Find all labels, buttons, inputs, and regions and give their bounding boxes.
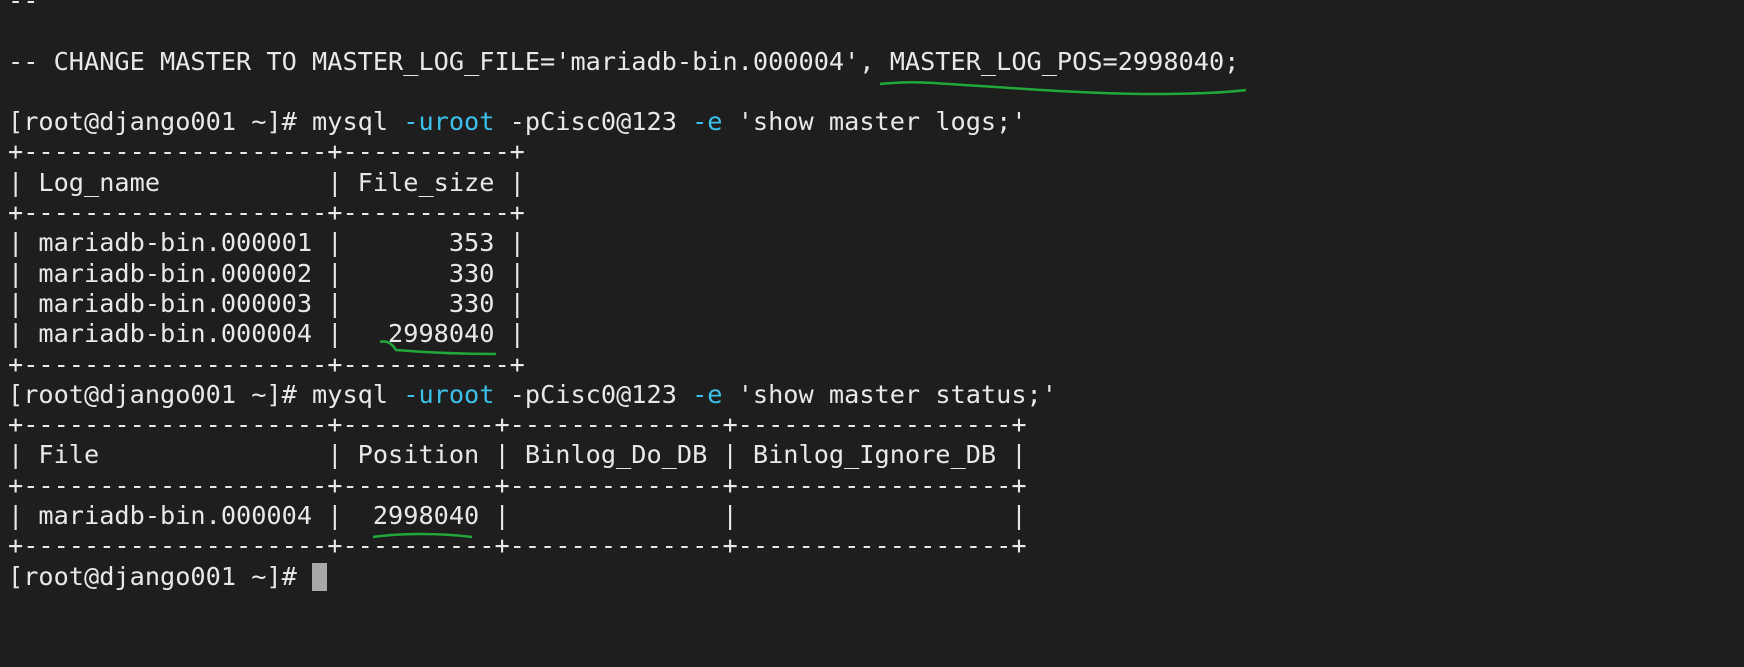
terminal-text: 'show master logs;' xyxy=(722,107,1027,137)
terminal-line: +--------------------+-----------+ xyxy=(8,350,1239,380)
terminal-text: | File | Position | Binlog_Do_DB | Binlo… xyxy=(8,440,1027,470)
terminal-text: +--------------------+----------+-------… xyxy=(8,470,1027,500)
terminal-text: | mariadb-bin.000002 | 330 | xyxy=(8,258,525,288)
terminal-line: +--------------------+-----------+ xyxy=(8,198,1239,228)
terminal-line: | File | Position | Binlog_Do_DB | Binlo… xyxy=(8,440,1239,470)
terminal-line: | mariadb-bin.000002 | 330 | xyxy=(8,259,1239,289)
terminal-line: | mariadb-bin.000004 | 2998040 | xyxy=(8,319,1239,349)
terminal-text: -- xyxy=(8,0,39,15)
terminal-output[interactable]: -- -- CHANGE MASTER TO MASTER_LOG_FILE='m… xyxy=(8,0,1239,592)
terminal-line: +--------------------+----------+-------… xyxy=(8,471,1239,501)
terminal-line: -- CHANGE MASTER TO MASTER_LOG_FILE='mar… xyxy=(8,47,1239,77)
terminal-line: | mariadb-bin.000003 | 330 | xyxy=(8,289,1239,319)
terminal-text: [root@django001 ~]# mysql xyxy=(8,379,404,409)
option-flag: -e xyxy=(692,107,723,137)
terminal-text: | mariadb-bin.000004 | 2998040 | | | xyxy=(8,501,1027,531)
terminal-line: +--------------------+-----------+ xyxy=(8,137,1239,167)
terminal-text: +--------------------+----------+-------… xyxy=(8,410,1027,440)
option-flag: -uroot xyxy=(403,379,495,409)
terminal-text: | mariadb-bin.000003 | 330 | xyxy=(8,288,525,318)
terminal-text: +--------------------+-----------+ xyxy=(8,349,525,379)
terminal-text: -pCisc0@123 xyxy=(494,107,693,137)
terminal-text: 'show master status;' xyxy=(722,379,1057,409)
terminal-line: [root@django001 ~]# mysql -uroot -pCisc0… xyxy=(8,107,1239,137)
terminal-text: +--------------------+-----------+ xyxy=(8,137,525,167)
terminal-text: [root@django001 ~]# mysql xyxy=(8,107,404,137)
terminal-text: [root@django001 ~]# xyxy=(8,561,313,591)
option-flag: -e xyxy=(692,379,723,409)
terminal-line: | mariadb-bin.000001 | 353 | xyxy=(8,228,1239,258)
terminal-text: +--------------------+----------+-------… xyxy=(8,531,1027,561)
terminal-line: | Log_name | File_size | xyxy=(8,168,1239,198)
terminal-text: +--------------------+-----------+ xyxy=(8,198,525,228)
terminal-line: [root@django001 ~]# mysql -uroot -pCisc0… xyxy=(8,380,1239,410)
terminal-text: -- CHANGE MASTER TO MASTER_LOG_FILE='mar… xyxy=(8,46,1240,76)
terminal-cursor xyxy=(312,562,328,591)
terminal-text: | mariadb-bin.000004 | 2998040 | xyxy=(8,319,525,349)
terminal-text: -pCisc0@123 xyxy=(494,379,693,409)
terminal-text: | Log_name | File_size | xyxy=(8,167,525,197)
terminal-line: [root@django001 ~]# xyxy=(8,562,1239,592)
terminal-line: -- xyxy=(8,0,1239,16)
terminal-line: +--------------------+----------+-------… xyxy=(8,410,1239,440)
terminal-text: | mariadb-bin.000001 | 353 | xyxy=(8,228,525,258)
terminal-line: | mariadb-bin.000004 | 2998040 | | | xyxy=(8,501,1239,531)
option-flag: -uroot xyxy=(403,107,495,137)
terminal-line: +--------------------+----------+-------… xyxy=(8,531,1239,561)
